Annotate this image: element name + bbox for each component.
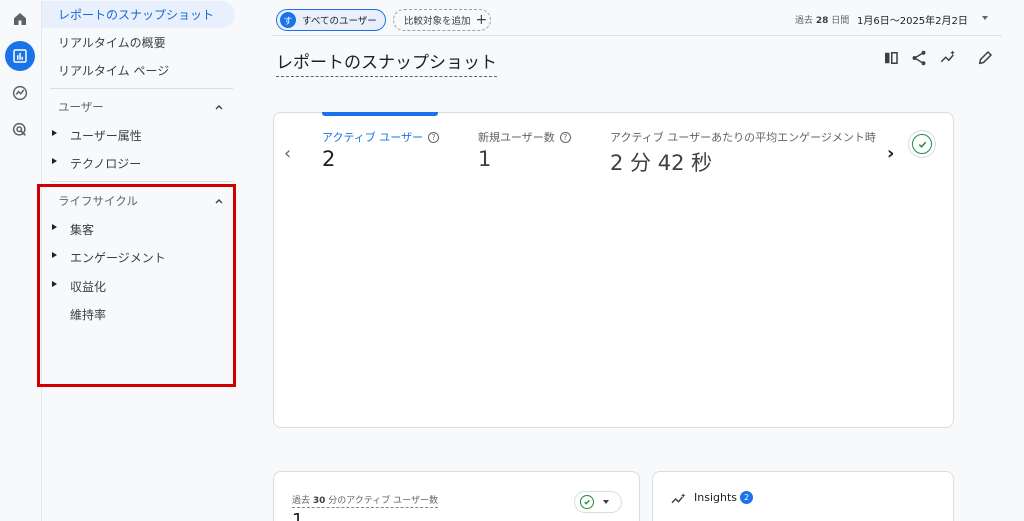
insights-title[interactable]: Insights [694, 491, 737, 504]
metric-value-avg-engagement: 2 分 42 秒 [610, 151, 713, 175]
insights-sparkle-icon [671, 493, 686, 504]
chevron-up-icon[interactable] [214, 102, 224, 112]
sidebar-divider [50, 181, 233, 182]
compare-columns-icon[interactable] [882, 49, 900, 67]
metrics-card: ‹ アクティブ ユーザー ? 2 新規ユーザー数 ? 1 アクティブ ユーザーあ… [273, 112, 954, 428]
reports-icon[interactable] [5, 41, 35, 71]
help-icon[interactable]: ? [559, 131, 571, 143]
section-header-users[interactable]: ユーザー [58, 99, 104, 115]
explore-icon[interactable] [5, 78, 35, 108]
plus-icon: + [475, 12, 488, 28]
nav-item-report-snapshot[interactable]: レポートのスナップショット [58, 6, 214, 23]
insights-sparkle-icon[interactable] [939, 49, 957, 67]
metric-tab-avg-engagement[interactable]: アクティブ ユーザーあたりの平均エンゲージメント時 [610, 129, 878, 145]
advertising-icon[interactable] [5, 115, 35, 145]
realtime-users-label: 過去 30 分のアクティブ ユーザー数 [292, 493, 438, 508]
icon-rail [0, 0, 42, 521]
metric-tab-active-users[interactable]: アクティブ ユーザー ? [322, 129, 440, 145]
segment-label: すべてのユーザー [302, 16, 377, 27]
nav-item-demographics[interactable]: ユーザー属性 [70, 127, 142, 144]
segment-avatar: す [280, 12, 296, 28]
date-range-value[interactable]: 1月6日～2025年2月2日 [857, 12, 968, 27]
realtime-users-card: 過去 30 分のアクティブ ユーザー数 1 [273, 471, 640, 521]
data-quality-button[interactable] [908, 130, 936, 158]
date-range-period[interactable]: 過去 28 日間 [795, 13, 849, 26]
metric-value-active-users: 2 [322, 147, 336, 171]
check-circle-icon [912, 134, 932, 154]
realtime-users-value: 1 [292, 510, 304, 521]
chevron-left-icon[interactable]: ‹ [284, 143, 291, 164]
insights-count-badge: 2 [740, 491, 753, 504]
caret-down-icon [603, 500, 609, 504]
chevron-right-icon[interactable]: › [887, 143, 894, 164]
help-icon[interactable]: ? [428, 131, 440, 143]
share-icon[interactable] [910, 49, 928, 67]
realtime-card-menu[interactable] [574, 491, 622, 513]
nav-item-technology[interactable]: テクノロジー [70, 155, 141, 172]
insights-card: Insights 2 [652, 471, 954, 521]
metric-tab-new-users[interactable]: 新規ユーザー数 ? [478, 129, 571, 145]
lifecycle-highlight-box [37, 184, 236, 387]
metric-value-new-users: 1 [478, 147, 492, 171]
expand-triangle-icon[interactable] [52, 158, 57, 164]
expand-triangle-icon[interactable] [52, 130, 57, 136]
add-comparison-button[interactable]: 比較対象を追加 + [393, 9, 491, 31]
nav-item-realtime-pages[interactable]: リアルタイム ページ [58, 62, 169, 79]
add-comparison-label: 比較対象を追加 [404, 16, 471, 27]
edit-pencil-icon[interactable] [976, 49, 994, 67]
header-divider [272, 35, 1002, 36]
nav-item-realtime-overview[interactable]: リアルタイムの概要 [58, 34, 166, 51]
check-circle-icon [580, 495, 594, 509]
user-segment-chip[interactable]: す すべてのユーザー [276, 9, 386, 31]
main-content: す すべてのユーザー 比較対象を追加 + 過去 28 日間 1月6日～2025年… [242, 0, 1024, 521]
page-title: レポートのスナップショット [276, 48, 497, 77]
sidebar-divider [50, 88, 233, 89]
home-icon[interactable] [5, 4, 35, 34]
caret-down-icon[interactable] [982, 16, 988, 20]
active-metric-indicator [322, 112, 438, 116]
